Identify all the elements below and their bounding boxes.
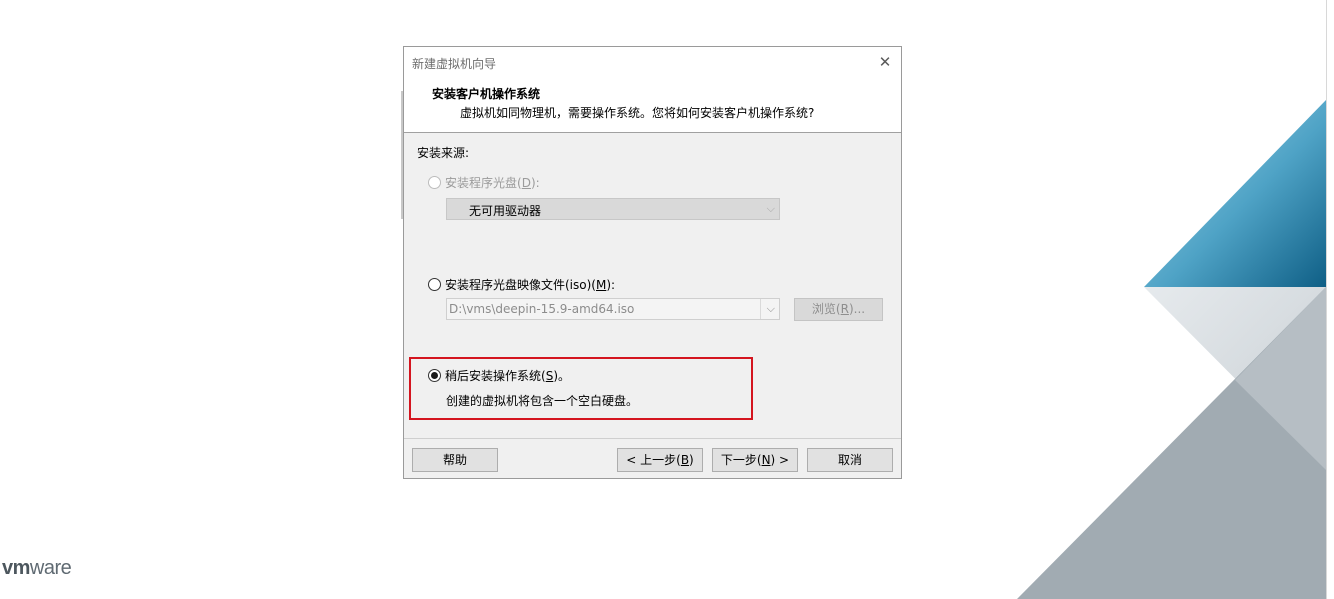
install-later-label[interactable]: 稍后安装操作系统(S)。 (445, 367, 570, 384)
iso-radio[interactable] (428, 278, 441, 291)
wizard-header: 安装客户机操作系统 虚拟机如同物理机，需要操作系统。您将如何安装客户机操作系统? (404, 77, 901, 133)
next-button[interactable]: 下一步(N) > (712, 448, 798, 472)
help-button[interactable]: 帮助 (412, 448, 498, 472)
vmware-logo: vmware (2, 557, 72, 579)
chevron-down-icon: ⌵ (766, 202, 775, 215)
cancel-button[interactable]: 取消 (807, 448, 893, 472)
dialog-titlebar[interactable]: 新建虚拟机向导 ✕ (404, 47, 901, 77)
install-source-label: 安装来源: (417, 146, 470, 160)
option-installer-disc: 安装程序光盘(D): (428, 174, 540, 191)
back-button[interactable]: < 上一步(B) (617, 448, 703, 472)
chevron-down-icon: ⌵ (766, 302, 775, 315)
page-title: 安装客户机操作系统 (432, 87, 541, 101)
drive-select: 无可用驱动器 ⌵ (446, 198, 780, 220)
page-subtitle: 虚拟机如同物理机，需要操作系统。您将如何安装客户机操作系统? (460, 106, 815, 120)
option-iso-image[interactable]: 安装程序光盘映像文件(iso)(M): (428, 276, 615, 293)
iso-path-combobox: D:\vms\deepin-15.9-amd64.iso ⌵ (446, 298, 780, 320)
install-later-radio[interactable] (428, 369, 441, 382)
browse-button: 浏览(R)... (794, 298, 883, 321)
window-right-edge (1326, 0, 1334, 599)
wizard-body: 安装来源: 安装程序光盘(D): 无可用驱动器 ⌵ 安装程序光盘映像文件(iso… (404, 134, 901, 439)
iso-path-value: D:\vms\deepin-15.9-amd64.iso (449, 302, 635, 316)
install-later-description: 创建的虚拟机将包含一个空白硬盘。 (446, 394, 639, 408)
footer-divider (404, 438, 901, 439)
disc-radio (428, 176, 441, 189)
dark-gray-triangle-shape (1017, 287, 1326, 599)
iso-radio-label[interactable]: 安装程序光盘映像文件(iso)(M): (445, 276, 615, 293)
dialog-left-edge-marker (401, 91, 403, 219)
close-icon[interactable]: ✕ (875, 52, 895, 72)
dialog-title: 新建虚拟机向导 (412, 57, 497, 71)
option-install-later[interactable]: 稍后安装操作系统(S)。 (428, 367, 570, 384)
combobox-separator (760, 299, 761, 319)
blue-triangle-shape (1144, 100, 1326, 287)
disc-radio-label: 安装程序光盘(D): (445, 176, 540, 190)
new-vm-wizard-dialog: 新建虚拟机向导 ✕ 安装客户机操作系统 虚拟机如同物理机，需要操作系统。您将如何… (401, 46, 902, 479)
drive-select-value: 无可用驱动器 (469, 204, 542, 218)
